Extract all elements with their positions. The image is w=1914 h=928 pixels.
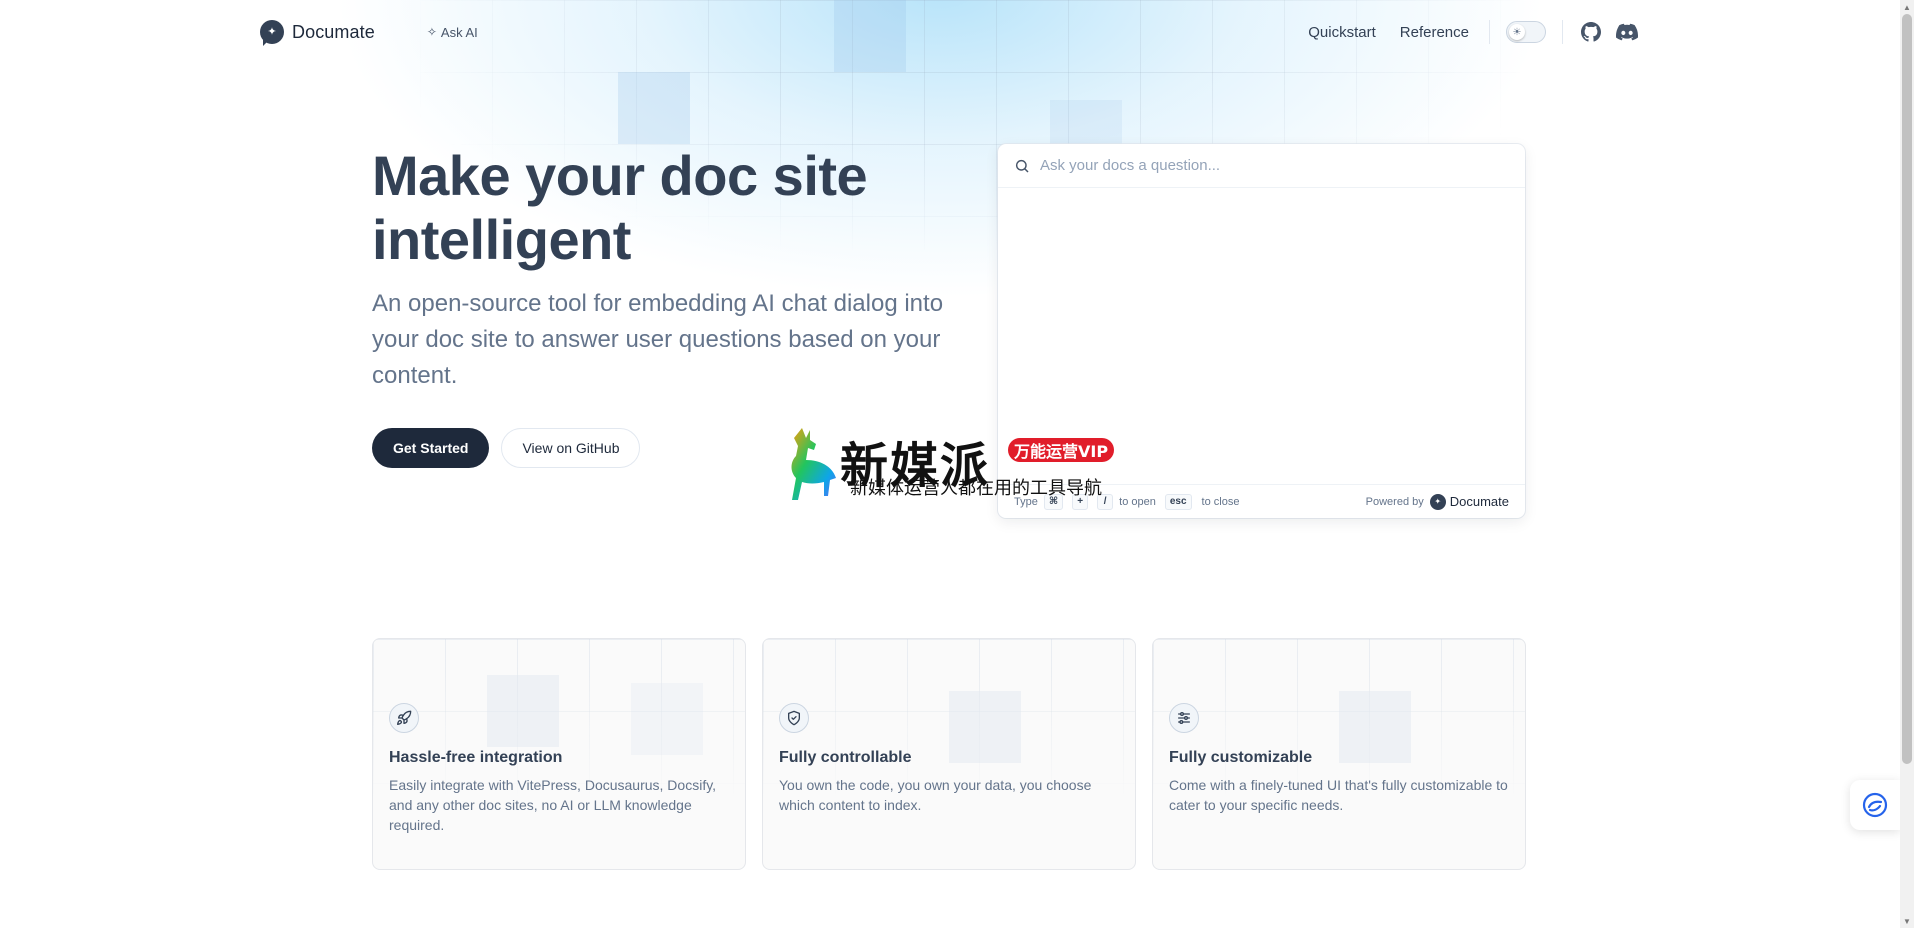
feature-description: Come with a finely-tuned UI that's fully… — [1169, 777, 1508, 813]
nav-divider — [1562, 20, 1563, 44]
brand-name: Documate — [292, 21, 375, 42]
feature-description: You own the code, you own your data, you… — [779, 777, 1092, 813]
hero-description: An open-source tool for embedding AI cha… — [372, 290, 944, 389]
shield-check-icon — [779, 703, 809, 733]
feature-description: Easily integrate with VitePress, Docusau… — [389, 777, 717, 833]
ask-ai-button[interactable]: ✧ Ask AI — [427, 25, 478, 40]
ask-ai-label: Ask AI — [440, 24, 478, 40]
card-grid-cell — [487, 675, 559, 747]
feature-title: Fully customizable — [1169, 749, 1313, 766]
powered-by-brand-name: Documate — [1449, 494, 1509, 509]
hero-title-line1: Make your doc site — [372, 144, 868, 207]
nav-link-reference[interactable]: Reference — [1400, 24, 1469, 41]
top-navbar: ✦ Documate ✧ Ask AI Quickstart Reference… — [260, 0, 1639, 64]
watermark-subtitle: 新媒体运营人都在用的工具导航 — [850, 478, 1102, 499]
scroll-down-arrow-icon[interactable]: ▼ — [1900, 914, 1914, 928]
powered-by-brand: ✦ Documate — [1429, 493, 1509, 510]
sparkle-icon: ✧ — [426, 25, 437, 39]
page-scrollbar[interactable]: ▲ ▼ — [1900, 0, 1914, 928]
hero-title: Make your doc site intelligent — [372, 144, 972, 272]
discord-icon[interactable] — [1615, 20, 1639, 44]
get-started-button[interactable]: Get Started — [372, 428, 490, 468]
documate-logo-icon: ✦ — [260, 20, 284, 44]
feature-title: Fully controllable — [779, 749, 912, 766]
sun-icon: ☀ — [1509, 24, 1525, 40]
powered-by-label: Powered by — [1365, 495, 1424, 508]
feature-card-integration: Hassle-free integration Easily integrate… — [372, 638, 746, 870]
deer-logo-icon — [791, 428, 836, 500]
hint-to-close: to close — [1201, 495, 1240, 508]
feature-card-controllable: Fully controllable You own the code, you… — [762, 638, 1136, 870]
nav-right: Quickstart Reference ☀ — [1284, 20, 1639, 44]
hero-title-line2: intelligent — [372, 208, 631, 271]
rocket-icon — [389, 703, 419, 733]
github-icon[interactable] — [1579, 20, 1603, 44]
ask-question-input[interactable] — [1040, 157, 1509, 174]
features-section: Hassle-free integration Easily integrate… — [372, 638, 1526, 870]
hero-section: Make your doc site intelligent An open-s… — [372, 144, 972, 468]
feature-title: Hassle-free integration — [389, 749, 563, 766]
background-cell — [618, 72, 690, 144]
watermark-badge: 万能运营VIP — [1008, 438, 1115, 462]
watermark-overlay: 新媒派 万能运营VIP 新媒体运营人都在用的工具导航 — [780, 426, 1140, 502]
feature-card-customizable: Fully customizable Come with a finely-tu… — [1152, 638, 1526, 870]
floating-translate-widget[interactable] — [1850, 780, 1900, 830]
kbd-esc: esc — [1164, 493, 1192, 510]
card-grid-cell — [631, 683, 703, 755]
brand-link[interactable]: ✦ Documate — [260, 20, 375, 44]
scroll-thumb[interactable] — [1902, 14, 1912, 764]
sliders-icon — [1169, 703, 1199, 733]
nav-divider — [1489, 20, 1490, 44]
powered-by[interactable]: Powered by ✦ Documate — [1365, 493, 1509, 510]
nav-link-quickstart[interactable]: Quickstart — [1308, 24, 1376, 41]
translate-icon — [1862, 792, 1888, 818]
documate-logo-icon: ✦ — [1429, 493, 1446, 510]
dialog-search-bar — [998, 144, 1525, 188]
theme-toggle[interactable]: ☀ — [1506, 21, 1546, 43]
scroll-up-arrow-icon[interactable]: ▲ — [1900, 0, 1914, 14]
search-icon — [1015, 159, 1029, 173]
view-on-github-button[interactable]: View on GitHub — [501, 428, 641, 468]
